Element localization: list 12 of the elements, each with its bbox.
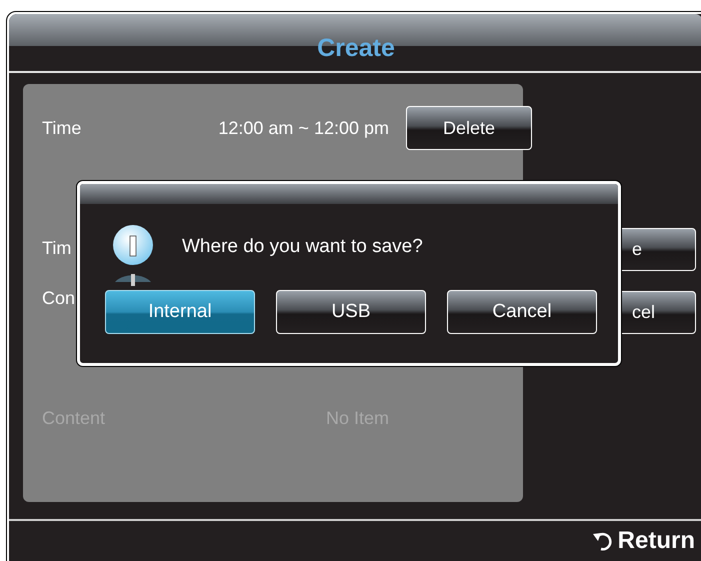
row-label: Tim	[42, 236, 72, 260]
dialog-button[interactable]: USB	[276, 290, 426, 334]
info-icon	[112, 224, 154, 288]
dialog-button[interactable]: Cancel	[447, 290, 597, 334]
row-label: Time	[42, 116, 82, 140]
window-title: Create	[317, 36, 395, 64]
row-value: 12:00 am ~ 12:00 pm	[217, 116, 389, 140]
delete-button[interactable]: Delete	[406, 106, 532, 150]
return-button[interactable]: Return	[592, 522, 695, 558]
row-label: Con	[42, 286, 76, 310]
dialog-button[interactable]: Internal	[105, 290, 255, 334]
dialog-message: Where do you want to save?	[182, 234, 423, 259]
